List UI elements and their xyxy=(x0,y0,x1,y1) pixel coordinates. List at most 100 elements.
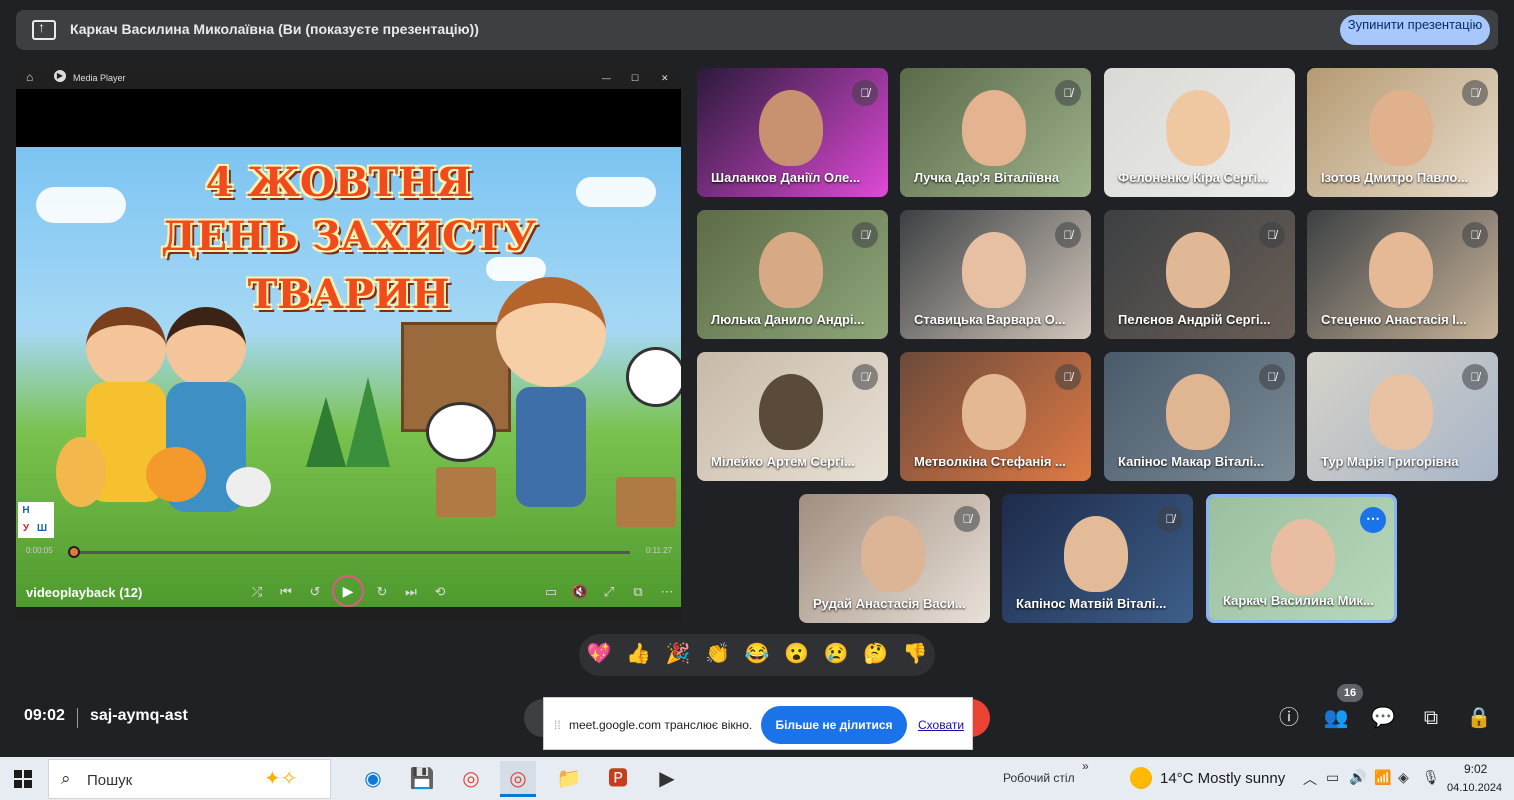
participant-tile[interactable]: 🎙̸ Стеценко Анастасія І... xyxy=(1307,210,1498,339)
play-icon[interactable]: ▶ xyxy=(332,575,364,607)
meeting-time: 09:02 xyxy=(24,707,65,724)
rewind-icon[interactable]: ↺ xyxy=(306,584,324,600)
stop-presenting-button[interactable]: Зупинити презентацію xyxy=(1340,15,1490,45)
drag-handle-icon[interactable]: ⁞⁞ xyxy=(554,718,561,732)
reaction-emoji[interactable]: 🤔 xyxy=(861,642,891,666)
reaction-emoji[interactable]: 👏 xyxy=(703,642,733,666)
media-player-taskbar-icon[interactable]: ▶ xyxy=(649,761,685,797)
save-icon[interactable]: 💾 xyxy=(404,761,440,797)
previous-icon[interactable]: ⏮ xyxy=(277,584,295,600)
participant-name: Ізотов Дмитро Павло... xyxy=(1321,170,1469,185)
video-title-line2: ДЕНЬ ЗАХИСТУ xyxy=(160,213,537,260)
reaction-emoji[interactable]: 😂 xyxy=(742,642,772,666)
activities-icon[interactable]: ⧉ xyxy=(1418,705,1444,731)
reaction-emoji[interactable]: 😢 xyxy=(821,642,851,666)
next-icon[interactable]: ⏭ xyxy=(402,584,420,600)
minimize-icon[interactable]: — xyxy=(602,73,611,83)
chevron-up-icon[interactable]: ︿ xyxy=(1303,769,1317,789)
participant-face xyxy=(962,232,1026,308)
close-icon[interactable]: ✕ xyxy=(661,73,669,84)
mic-off-icon: 🎙̸ xyxy=(852,80,878,106)
logo-letter: Н xyxy=(22,505,30,516)
participant-tile[interactable]: 🎙̸ Капінос Матвій Віталі... xyxy=(1002,494,1193,623)
participant-tile[interactable]: 🎙̸ Рудай Анастасія Васи... xyxy=(799,494,990,623)
volume-icon[interactable]: 🔊 xyxy=(1349,769,1366,786)
chat-icon[interactable]: 💬 xyxy=(1370,705,1396,731)
wifi-icon[interactable]: 📶 xyxy=(1374,769,1391,786)
participant-tile[interactable]: ⋯ Каркач Василина Мик... xyxy=(1206,494,1397,623)
taskbar-search[interactable]: ⌕ Пошук ✦✧ xyxy=(48,759,331,799)
windows-start-icon[interactable] xyxy=(14,770,32,788)
media-player-icon: ▶ xyxy=(54,70,66,82)
seek-bar[interactable] xyxy=(68,551,630,554)
participant-tile[interactable]: 🎙̸ Ставицька Варвара О... xyxy=(900,210,1091,339)
desktop-toolbar-label[interactable]: Робочий стіл xyxy=(1003,771,1075,785)
forward-icon[interactable]: ↻ xyxy=(373,584,391,600)
search-icon: ⌕ xyxy=(61,769,71,788)
participant-name: Рудай Анастасія Васи... xyxy=(813,596,966,611)
tree-illustration xyxy=(306,397,346,467)
weather-text[interactable]: 14°C Mostly sunny xyxy=(1160,770,1285,787)
participant-face xyxy=(1166,232,1230,308)
divider xyxy=(77,708,78,728)
seek-thumb[interactable] xyxy=(68,546,80,558)
security-icon[interactable]: ◈ xyxy=(1398,769,1409,786)
participant-tile[interactable]: 🎙̸ Капінос Макар Віталі... xyxy=(1104,352,1295,481)
meeting-code[interactable]: saj-aymq-ast xyxy=(90,707,188,725)
participant-tile[interactable]: 🎙̸ Люлька Данило Андрі... xyxy=(697,210,888,339)
people-icon[interactable]: 👥 xyxy=(1323,705,1349,731)
participant-tile[interactable]: 🎙̸ Метволкіна Стефанія ... xyxy=(900,352,1091,481)
info-icon[interactable]: ⓘ xyxy=(1276,705,1302,731)
powerpoint-icon[interactable]: 🅿 xyxy=(600,761,636,797)
shuffle-icon[interactable]: ⤮ xyxy=(248,584,266,600)
participant-tile[interactable]: 🎙̸ Лучка Дар'я Віталіївна xyxy=(900,68,1091,197)
subtitles-icon[interactable]: ▭ xyxy=(542,584,560,600)
file-explorer-icon[interactable]: 📁 xyxy=(551,761,587,797)
chrome-active-icon[interactable]: ◎ xyxy=(500,761,536,797)
repeat-icon[interactable]: ⟲ xyxy=(431,584,449,600)
reaction-emoji[interactable]: 😮 xyxy=(782,642,812,666)
participant-face xyxy=(1369,374,1433,450)
volume-mute-icon[interactable]: 🔇 xyxy=(571,584,589,600)
media-player-window: ⌂ ▶ Media Player — ☐ ✕ 4 ЖОВТНЯ ДЕНЬ ЗАХ… xyxy=(16,67,681,622)
reaction-emoji[interactable]: 👍 xyxy=(624,642,654,666)
player-titlebar: ⌂ ▶ Media Player — ☐ ✕ xyxy=(16,67,681,89)
bucket-illustration xyxy=(436,467,496,517)
participant-tile[interactable]: 🎙̸ Пелєнов Андрій Сергі... xyxy=(1104,210,1295,339)
miniplayer-icon[interactable]: ⧉ xyxy=(629,584,647,600)
more-icon[interactable]: ⋯ xyxy=(658,584,676,600)
participant-tile[interactable]: 🎙̸ Мілейко Артем Сергі... xyxy=(697,352,888,481)
reaction-emoji[interactable]: 🎉 xyxy=(663,642,693,666)
time-elapsed: 0:00:05 xyxy=(26,546,53,555)
cow-illustration xyxy=(626,347,681,407)
participant-face xyxy=(861,516,925,592)
home-icon[interactable]: ⌂ xyxy=(26,70,33,84)
edge-icon[interactable]: ◉ xyxy=(355,761,391,797)
chevron-right-icon[interactable]: » xyxy=(1082,759,1089,773)
stop-sharing-button[interactable]: Більше не ділитися xyxy=(761,706,907,744)
host-controls-icon[interactable]: 🔒 xyxy=(1466,705,1492,731)
video-frame[interactable]: 4 ЖОВТНЯ ДЕНЬ ЗАХИСТУ ТВАРИН Н УШ xyxy=(16,147,681,607)
participant-name: Фелоненко Кіра Сергі... xyxy=(1118,170,1268,185)
reaction-emoji[interactable]: 👎 xyxy=(900,642,930,666)
fullscreen-icon[interactable]: ⤢ xyxy=(600,584,618,600)
chrome-icon[interactable]: ◎ xyxy=(453,761,489,797)
maximize-icon[interactable]: ☐ xyxy=(631,73,639,84)
reaction-emoji[interactable]: 💖 xyxy=(584,642,614,666)
hide-link[interactable]: Сховати xyxy=(918,718,964,732)
participant-tile[interactable]: 🎙̸ Шаланков Даніїл Оле... xyxy=(697,68,888,197)
weather-sun-icon[interactable] xyxy=(1130,767,1152,789)
participant-tile[interactable]: 🎙̸ Тур Марія Григорівна xyxy=(1307,352,1498,481)
battery-icon[interactable]: ▭ xyxy=(1326,769,1339,786)
share-notice-text: meet.google.com транслює вікно. xyxy=(569,718,753,732)
participant-face xyxy=(1369,232,1433,308)
participant-tile[interactable]: 🎙̸ Ізотов Дмитро Павло... xyxy=(1307,68,1498,197)
participant-tile[interactable]: Фелоненко Кіра Сергі... xyxy=(1104,68,1295,197)
participant-name: Капінос Макар Віталі... xyxy=(1118,454,1265,469)
video-name: videoplayback (12) xyxy=(26,585,143,600)
more-options-icon[interactable]: ⋯ xyxy=(1360,507,1386,533)
microphone-icon[interactable]: 🎙 xyxy=(1422,769,1440,786)
system-clock-date[interactable]: 04.10.2024 xyxy=(1447,782,1502,794)
share-notification: ⁞⁞ meet.google.com транслює вікно. Більш… xyxy=(543,697,973,750)
system-clock-time[interactable]: 9:02 xyxy=(1464,762,1487,776)
